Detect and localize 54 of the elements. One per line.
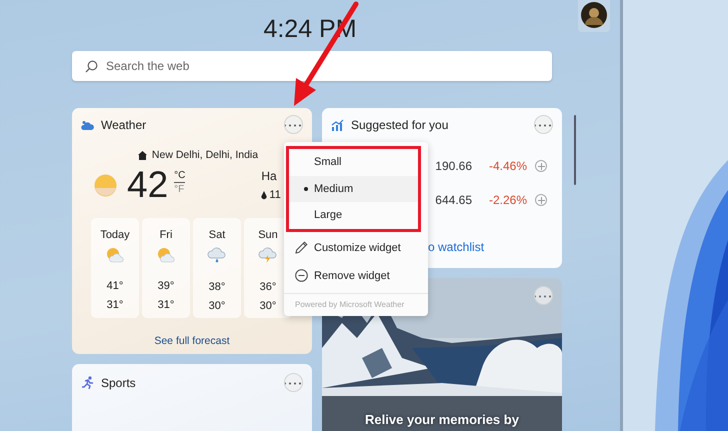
- low-temperature: 30°: [208, 299, 226, 314]
- chart-icon: [331, 118, 344, 130]
- widget-title: Sports: [101, 376, 137, 390]
- forecast-day: Sun: [258, 229, 278, 247]
- thunderstorm-icon: [258, 247, 278, 264]
- high-temperature: 41°: [106, 279, 124, 294]
- menu-footer: Powered by Microsoft Weather: [284, 292, 428, 316]
- forecast-link[interactable]: See full forecast: [72, 335, 312, 347]
- more-options-button[interactable]: [284, 373, 303, 392]
- scrollbar[interactable]: [574, 115, 576, 185]
- stock-price: 190.66: [434, 159, 472, 173]
- add-icon[interactable]: [535, 160, 547, 172]
- runner-icon: [81, 376, 94, 389]
- remove-icon: [295, 269, 308, 282]
- forecast-day: Today: [100, 229, 130, 247]
- forecast-tile[interactable]: Today 41° 31°: [91, 218, 139, 318]
- forecast-tile[interactable]: Fri 39° 31°: [142, 218, 190, 318]
- widget-title: Suggested for you: [351, 118, 450, 132]
- partly-cloudy-icon: [156, 247, 176, 263]
- low-temperature: 30°: [260, 299, 276, 314]
- watchlist-link[interactable]: o watchlist: [428, 240, 484, 254]
- pencil-icon: [295, 241, 308, 254]
- stock-price: 644.65: [434, 193, 472, 207]
- partly-cloudy-icon: [105, 247, 125, 263]
- forecast-day: Sat: [208, 229, 226, 247]
- search-field[interactable]: Search the web: [72, 51, 552, 81]
- unit-toggle[interactable]: °C: [174, 169, 186, 183]
- location: New Delhi, Delhi, India: [152, 149, 258, 161]
- search-icon: [85, 60, 98, 73]
- price-change: -2.26%: [488, 193, 527, 207]
- size-option[interactable]: Medium: [289, 176, 418, 202]
- rain-cloud-icon: [207, 247, 227, 264]
- forecast-day: Fri: [160, 229, 172, 247]
- low-temperature: 31°: [158, 298, 174, 313]
- size-option[interactable]: Large: [289, 202, 418, 228]
- high-temperature: 36°: [260, 280, 276, 295]
- photo-caption: Relive your memories by: [364, 412, 520, 427]
- price-change: -4.46%: [488, 159, 527, 173]
- high-temperature: 39°: [158, 279, 174, 294]
- more-options-button[interactable]: [534, 115, 553, 134]
- condition: Ha: [261, 169, 277, 183]
- more-options-button[interactable]: [284, 115, 303, 134]
- drop-icon: [261, 190, 268, 200]
- temperature: 42: [127, 165, 168, 205]
- weather-icon: [81, 120, 94, 130]
- sun-icon: [94, 174, 117, 196]
- forecast-tile[interactable]: Sat 38° 30°: [193, 218, 241, 318]
- high-temperature: 38°: [208, 280, 226, 295]
- precipitation: 11: [269, 189, 281, 201]
- home-icon: [138, 150, 147, 160]
- widget-title: Weather: [101, 118, 148, 132]
- size-option[interactable]: Small: [289, 149, 418, 176]
- add-icon[interactable]: [535, 194, 547, 206]
- low-temperature: 31°: [106, 298, 124, 313]
